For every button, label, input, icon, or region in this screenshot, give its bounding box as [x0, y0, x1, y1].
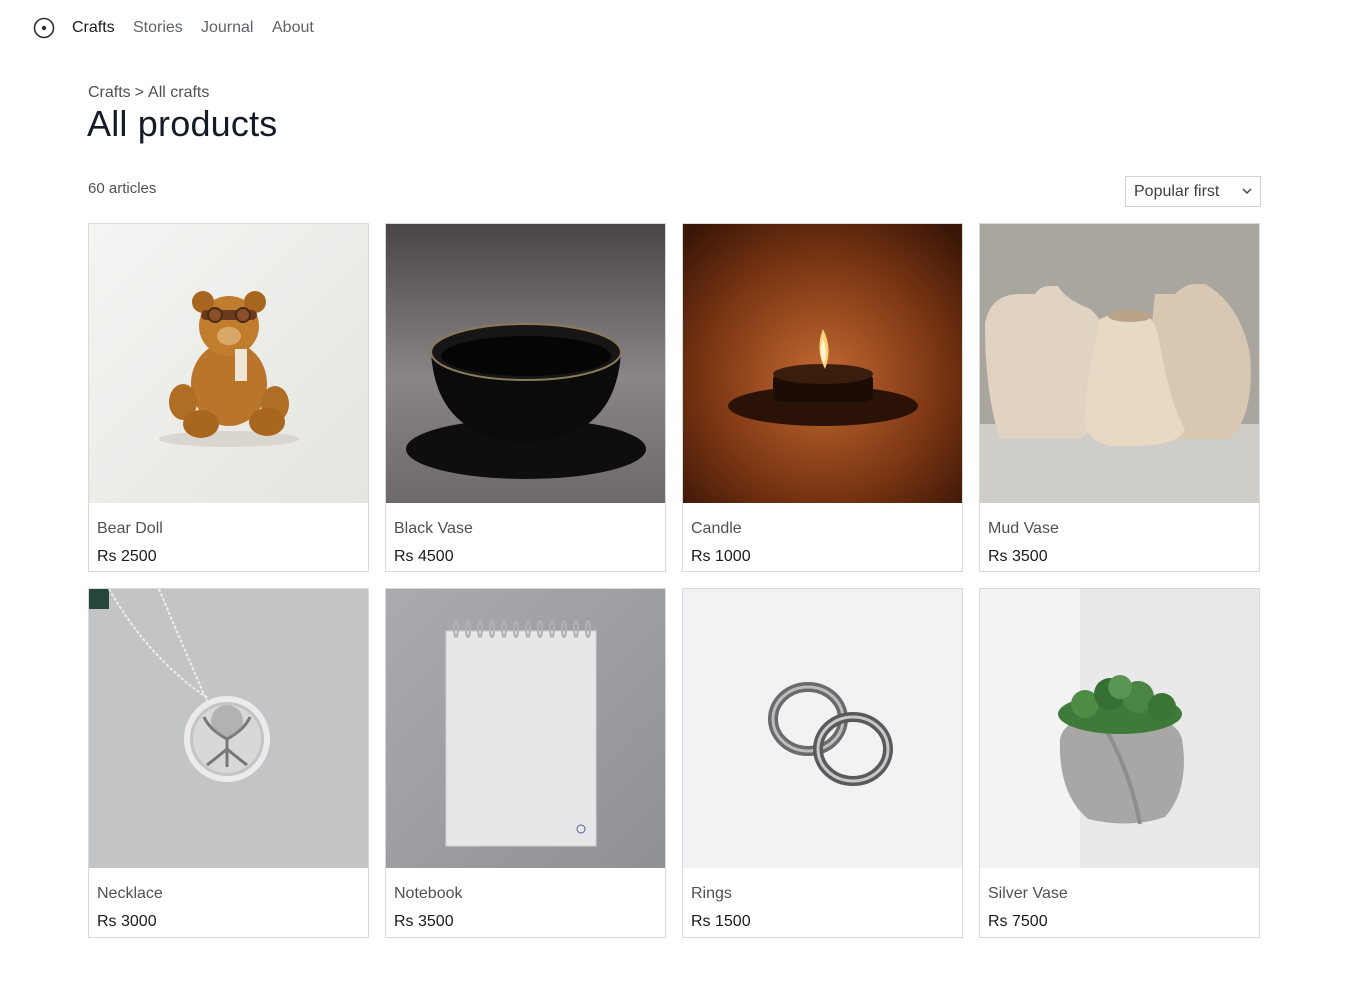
product-name[interactable]: Silver Vase	[988, 885, 1068, 903]
breadcrumb-all-crafts[interactable]: All crafts	[148, 84, 209, 101]
product-name[interactable]: Black Vase	[394, 520, 473, 538]
nav-link-about[interactable]: About	[272, 19, 314, 37]
product-card[interactable]: Notebook Rs 3500	[385, 588, 666, 938]
nav-link-stories[interactable]: Stories	[133, 19, 183, 37]
teddy-bear-image	[89, 224, 368, 503]
product-price: Rs 3500	[394, 913, 454, 930]
top-navigation: Crafts Stories Journal About	[0, 0, 1349, 58]
product-price: Rs 1500	[691, 913, 751, 930]
product-price: Rs 3500	[988, 548, 1048, 565]
product-name[interactable]: Mud Vase	[988, 520, 1059, 538]
nav-link-crafts[interactable]: Crafts	[72, 19, 115, 37]
product-name[interactable]: Notebook	[394, 885, 463, 903]
product-card[interactable]: Black Vase Rs 4500	[385, 223, 666, 572]
product-card[interactable]: Rings Rs 1500	[682, 588, 963, 938]
product-price: Rs 1000	[691, 548, 751, 565]
necklace-image	[89, 589, 368, 868]
product-price: Rs 2500	[97, 548, 157, 565]
product-card[interactable]: Candle Rs 1000	[682, 223, 963, 572]
product-price: Rs 3000	[97, 913, 157, 930]
clay-vases-image	[980, 224, 1259, 503]
concrete-planter-image	[980, 589, 1259, 868]
product-card[interactable]: Mud Vase Rs 3500	[979, 223, 1260, 572]
nav-link-journal[interactable]: Journal	[201, 19, 253, 37]
product-name[interactable]: Necklace	[97, 885, 163, 903]
product-name[interactable]: Bear Doll	[97, 520, 163, 538]
breadcrumb-separator: >	[134, 84, 145, 101]
product-price: Rs 7500	[988, 913, 1048, 930]
sort-select[interactable]: Popular first	[1125, 176, 1261, 207]
product-name[interactable]: Candle	[691, 520, 742, 538]
product-card[interactable]: Silver Vase Rs 7500	[979, 588, 1260, 938]
article-count: 60 articles	[88, 180, 157, 197]
black-bowl-image	[386, 224, 665, 503]
breadcrumb-crafts[interactable]: Crafts	[88, 84, 131, 101]
rings-image	[683, 589, 962, 868]
product-name[interactable]: Rings	[691, 885, 732, 903]
page-title: All products	[87, 103, 278, 144]
product-price: Rs 4500	[394, 548, 454, 565]
sort-selected-value: Popular first	[1134, 183, 1220, 200]
logo-icon[interactable]	[33, 17, 55, 39]
product-grid: Bear Doll Rs 2500 Black Vase Rs 4500 Can…	[88, 223, 1261, 939]
notebook-image	[386, 589, 665, 868]
product-card[interactable]: Bear Doll Rs 2500	[88, 223, 369, 572]
candle-image	[683, 224, 962, 503]
product-card[interactable]: Necklace Rs 3000	[88, 588, 369, 938]
breadcrumb: Crafts > All crafts	[88, 84, 213, 102]
chevron-down-icon	[1242, 188, 1252, 194]
